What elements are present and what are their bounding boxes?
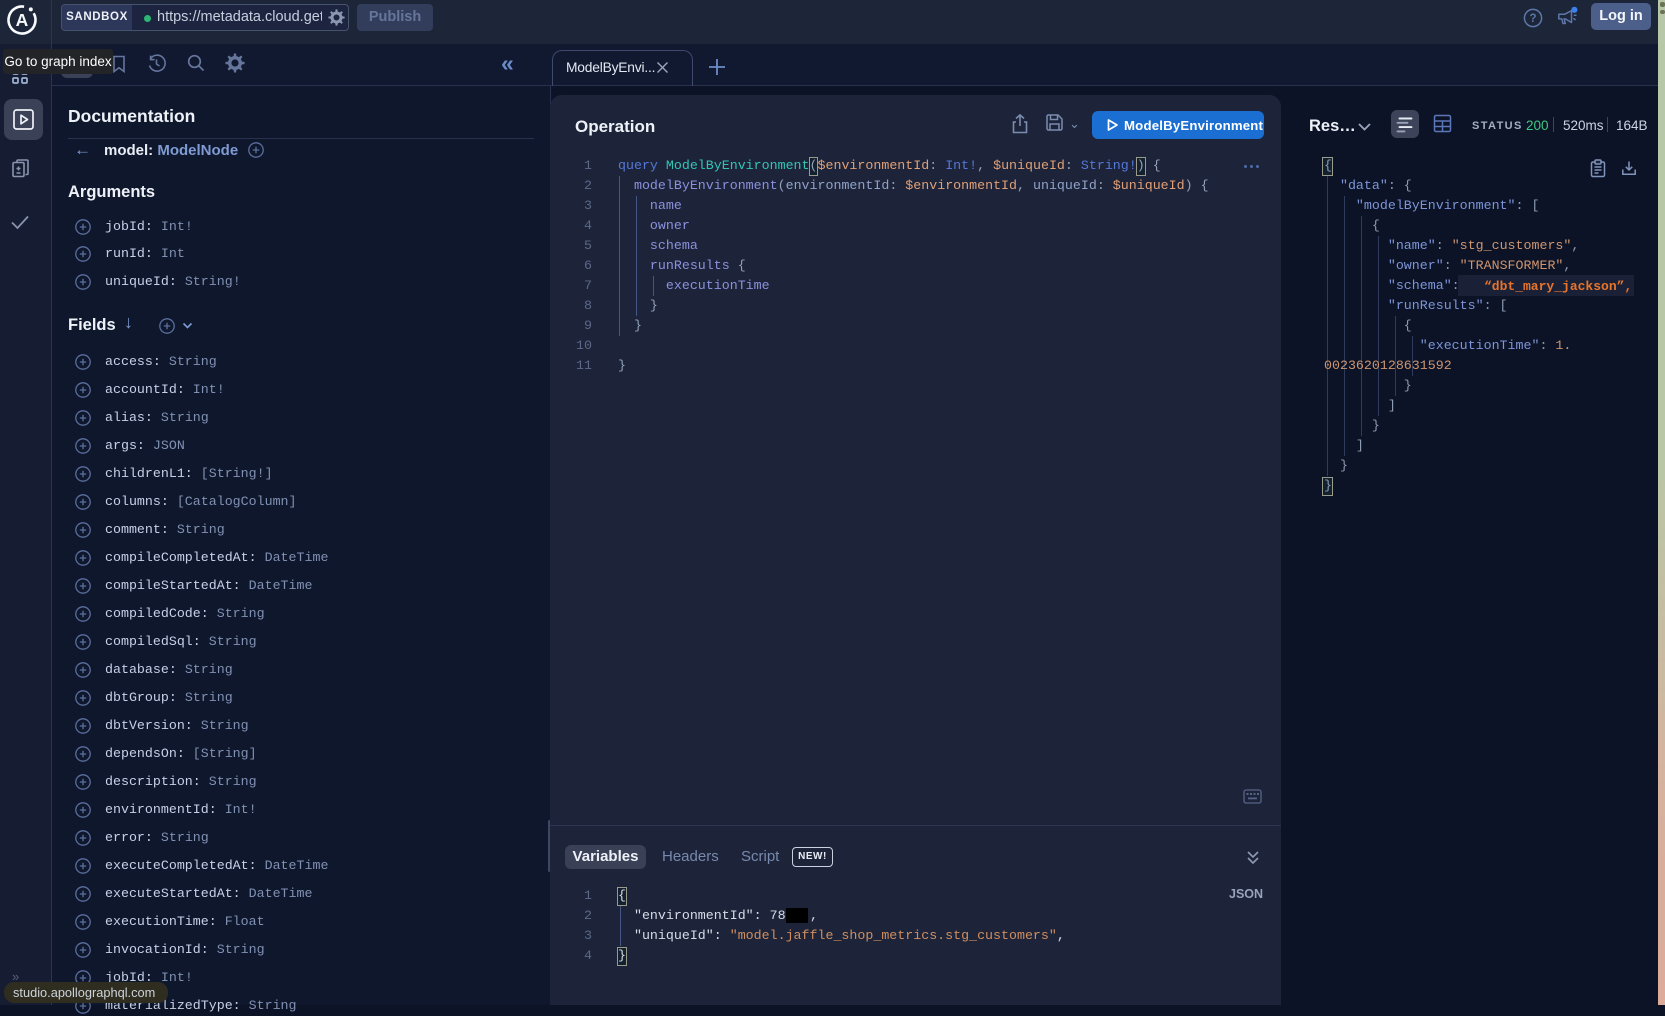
svg-text:?: ? [1529, 13, 1536, 25]
svg-text:A: A [16, 10, 29, 30]
